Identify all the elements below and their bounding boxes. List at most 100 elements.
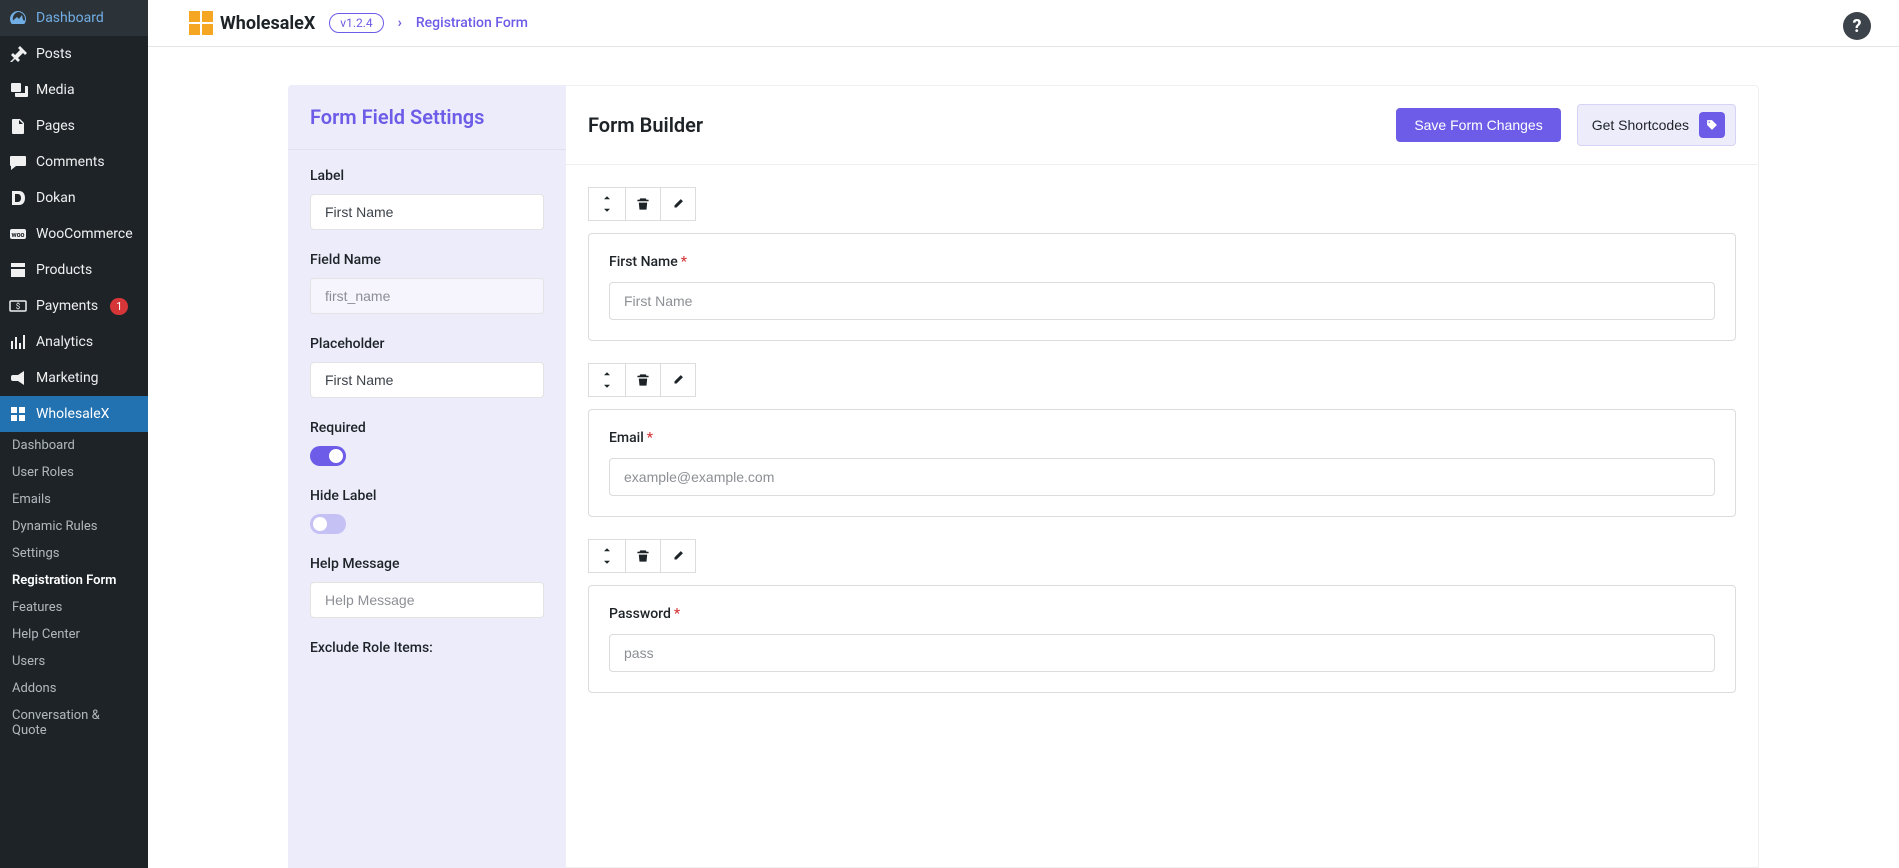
chevron-down-icon xyxy=(601,204,613,216)
get-shortcodes-button[interactable]: Get Shortcodes xyxy=(1577,104,1736,146)
badge: 1 xyxy=(110,298,128,315)
sidebar-item-label: Posts xyxy=(36,46,72,62)
comment-icon xyxy=(8,152,28,172)
dokan-icon xyxy=(8,188,28,208)
helpmsg-input[interactable] xyxy=(310,582,544,618)
field-preview-input[interactable] xyxy=(609,282,1715,320)
payments-icon: $ xyxy=(8,296,28,316)
hidelabel-toggle[interactable] xyxy=(310,514,346,534)
svg-text:$: $ xyxy=(16,302,21,311)
sidebar-item-dashboard[interactable]: Dashboard xyxy=(0,0,148,36)
sidebar-item-posts[interactable]: Posts xyxy=(0,36,148,72)
sidebar-item-payments[interactable]: $ Payments 1 xyxy=(0,288,148,324)
submenu-dynamic-rules[interactable]: Dynamic Rules xyxy=(0,513,148,540)
edit-field-button[interactable] xyxy=(660,187,696,221)
submenu-users[interactable]: Users xyxy=(0,648,148,675)
help-icon[interactable]: ? xyxy=(1843,12,1871,40)
woocommerce-icon: woo xyxy=(8,224,28,244)
sidebar-item-marketing[interactable]: Marketing xyxy=(0,360,148,396)
sidebar-item-label: Analytics xyxy=(36,334,93,350)
delete-field-button[interactable] xyxy=(625,539,661,573)
sidebar-item-comments[interactable]: Comments xyxy=(0,144,148,180)
topbar: WholesaleX v1.2.4 › Registration Form ? xyxy=(148,0,1899,47)
move-arrows[interactable] xyxy=(588,187,626,221)
products-icon xyxy=(8,260,28,280)
pencil-icon xyxy=(671,549,685,563)
delete-field-button[interactable] xyxy=(625,363,661,397)
required-title: Required xyxy=(310,420,544,436)
breadcrumb-current[interactable]: Registration Form xyxy=(416,15,528,31)
submenu-help-center[interactable]: Help Center xyxy=(0,621,148,648)
analytics-icon xyxy=(8,332,28,352)
submenu-emails[interactable]: Emails xyxy=(0,486,148,513)
trash-icon xyxy=(636,549,650,563)
sidebar-item-label: Dashboard xyxy=(36,10,104,26)
sidebar-item-label: Comments xyxy=(36,154,105,170)
pencil-icon xyxy=(671,373,685,387)
shortcodes-label: Get Shortcodes xyxy=(1592,117,1689,133)
label-title: Label xyxy=(310,168,544,184)
sidebar-item-label: WholesaleX xyxy=(36,406,109,422)
pages-icon xyxy=(8,116,28,136)
edit-field-button[interactable] xyxy=(660,539,696,573)
trash-icon xyxy=(636,373,650,387)
sidebar-item-products[interactable]: Products xyxy=(0,252,148,288)
move-arrows[interactable] xyxy=(588,363,626,397)
media-icon xyxy=(8,80,28,100)
label-input[interactable] xyxy=(310,194,544,230)
field-block: First Name* xyxy=(588,187,1736,341)
fieldname-title: Field Name xyxy=(310,252,544,268)
chevron-down-icon xyxy=(601,380,613,392)
sidebar-item-dokan[interactable]: Dokan xyxy=(0,180,148,216)
chevron-down-icon xyxy=(601,556,613,568)
submenu-user-roles[interactable]: User Roles xyxy=(0,459,148,486)
placeholder-input[interactable] xyxy=(310,362,544,398)
chevron-up-icon xyxy=(601,544,613,556)
chevron-up-icon xyxy=(601,368,613,380)
submenu-settings[interactable]: Settings xyxy=(0,540,148,567)
submenu-features[interactable]: Features xyxy=(0,594,148,621)
tag-icon xyxy=(1699,112,1725,138)
sidebar-item-analytics[interactable]: Analytics xyxy=(0,324,148,360)
sidebar-item-label: Marketing xyxy=(36,370,99,386)
marketing-icon xyxy=(8,368,28,388)
sidebar-item-media[interactable]: Media xyxy=(0,72,148,108)
exclude-title: Exclude Role Items: xyxy=(310,640,544,656)
hidelabel-title: Hide Label xyxy=(310,488,544,504)
edit-field-button[interactable] xyxy=(660,363,696,397)
sidebar-item-label: Dokan xyxy=(36,190,76,206)
brand-name: WholesaleX xyxy=(220,13,315,34)
submenu-registration-form[interactable]: Registration Form xyxy=(0,567,148,594)
move-arrows[interactable] xyxy=(588,539,626,573)
fieldname-input xyxy=(310,278,544,314)
field-settings-panel: Form Field Settings Label Field Name Pla… xyxy=(288,85,566,868)
settings-title: Form Field Settings xyxy=(288,85,566,150)
pencil-icon xyxy=(671,197,685,211)
sidebar-item-label: Pages xyxy=(36,118,75,134)
dashboard-icon xyxy=(8,8,28,28)
sidebar-item-pages[interactable]: Pages xyxy=(0,108,148,144)
svg-text:woo: woo xyxy=(11,231,24,239)
submenu-conversation-quote[interactable]: Conversation & Quote xyxy=(0,702,148,744)
chevron-up-icon xyxy=(601,192,613,204)
builder-title: Form Builder xyxy=(588,113,703,137)
submenu-dashboard[interactable]: Dashboard xyxy=(0,432,148,459)
logo-icon xyxy=(188,10,214,36)
submenu-addons[interactable]: Addons xyxy=(0,675,148,702)
save-button[interactable]: Save Form Changes xyxy=(1396,108,1560,142)
field-label: Password* xyxy=(609,606,1715,622)
field-preview-input[interactable] xyxy=(609,634,1715,672)
helpmsg-title: Help Message xyxy=(310,556,544,572)
field-block: Password* xyxy=(588,539,1736,693)
wholesalex-icon xyxy=(8,404,28,424)
version-pill: v1.2.4 xyxy=(329,13,383,33)
sidebar-item-label: WooCommerce xyxy=(36,226,133,242)
field-label: First Name* xyxy=(609,254,1715,270)
sidebar-item-wholesalex[interactable]: WholesaleX xyxy=(0,396,148,432)
field-preview-input[interactable] xyxy=(609,458,1715,496)
delete-field-button[interactable] xyxy=(625,187,661,221)
sidebar-item-label: Media xyxy=(36,82,75,98)
field-block: Email* xyxy=(588,363,1736,517)
sidebar-item-woocommerce[interactable]: woo WooCommerce xyxy=(0,216,148,252)
required-toggle[interactable] xyxy=(310,446,346,466)
